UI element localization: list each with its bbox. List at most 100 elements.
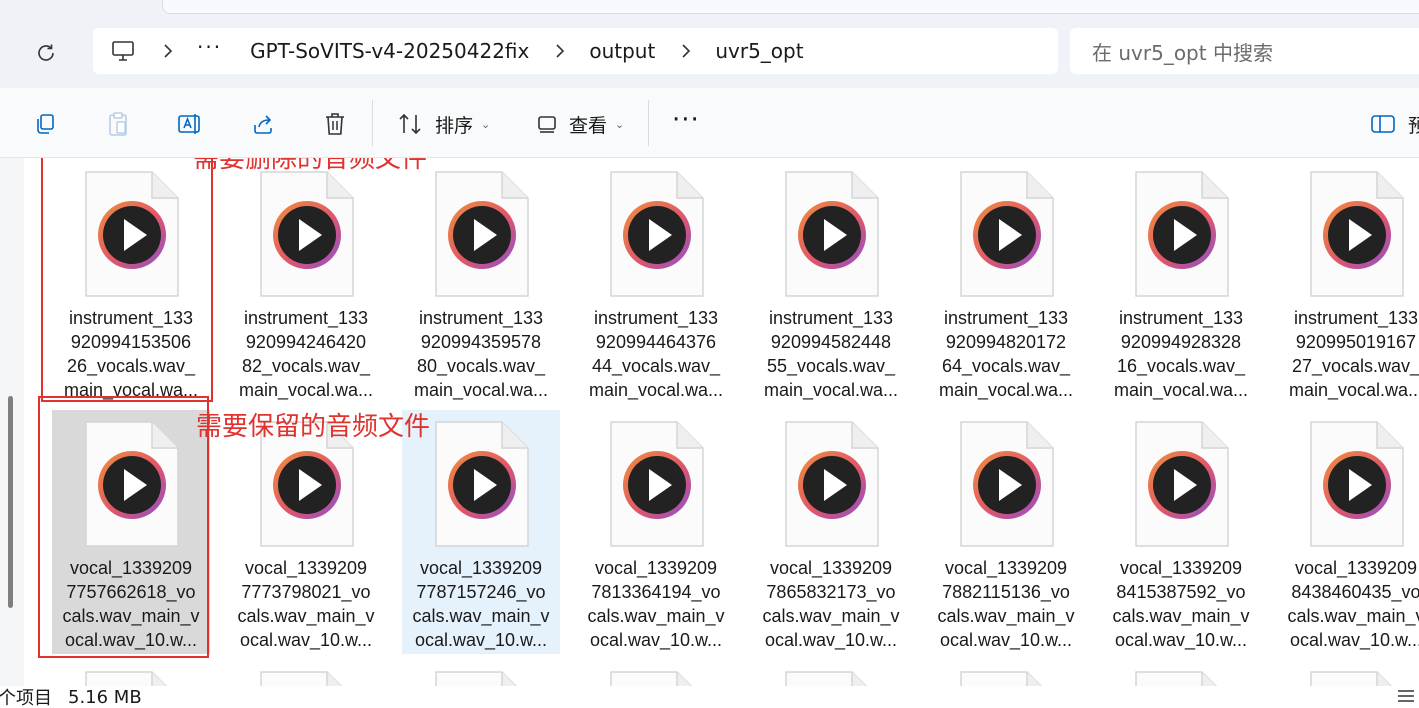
chevron-right-icon[interactable]: [163, 44, 175, 58]
rename-button[interactable]: [175, 110, 205, 138]
file-item[interactable]: instrument_133 920994928328 16_vocals.wa…: [1102, 160, 1260, 404]
file-item[interactable]: vocal_1339209 7865832173_vo cals.wav_mai…: [752, 410, 910, 654]
audio-file-icon: [1135, 421, 1229, 547]
file-item[interactable]: instrument_133 920994464376 44_vocals.wa…: [577, 160, 735, 404]
more-options-button[interactable]: ···: [672, 107, 700, 133]
audio-file-icon: [1135, 671, 1218, 686]
file-item[interactable]: instrument_133 920994820172 64_vocals.wa…: [927, 160, 1085, 404]
chevron-down-icon: ⌄: [615, 117, 625, 131]
file-name: instrument_133 920995019167 27_vocals.wa…: [1288, 308, 1419, 400]
audio-file-icon: [1310, 171, 1404, 297]
address-row: ··· GPT-SoVITS-v4-20250422fix output uvr…: [0, 16, 1419, 88]
breadcrumb-item[interactable]: GPT-SoVITS-v4-20250422fix: [250, 39, 529, 63]
audio-file-icon: [610, 421, 704, 547]
audio-file-icon: [960, 671, 1043, 686]
file-item-partial[interactable]: [227, 660, 385, 686]
sort-icon[interactable]: [396, 110, 426, 138]
view-button[interactable]: 查看 ⌄: [569, 110, 624, 138]
breadcrumb-item[interactable]: output: [589, 39, 655, 63]
window-tab[interactable]: [162, 0, 1419, 14]
audio-file-icon: [960, 421, 1054, 547]
audio-file-icon: [85, 671, 168, 686]
file-item[interactable]: instrument_133 920995019167 27_vocals.wa…: [1277, 160, 1419, 404]
file-item[interactable]: vocal_1339209 8438460435_vo cals.wav_mai…: [1277, 410, 1419, 654]
this-pc-icon[interactable]: [111, 40, 137, 62]
audio-file-icon: [610, 171, 704, 297]
keep-annotation-label: 需要保留的音频文件: [196, 412, 431, 442]
audio-file-icon: [435, 421, 529, 547]
details-view-icon[interactable]: [1397, 688, 1415, 708]
sort-button[interactable]: 排序 ⌄: [435, 110, 490, 138]
preview-pane-label: 预: [1408, 114, 1419, 137]
file-name: instrument_133 920994820172 64_vocals.wa…: [938, 308, 1074, 400]
chevron-down-icon: ⌄: [481, 117, 491, 131]
audio-file-icon: [260, 171, 354, 297]
share-icon: [254, 115, 272, 134]
breadcrumb-item-current[interactable]: uvr5_opt: [715, 39, 803, 63]
file-item[interactable]: vocal_1339209 7787157246_vo cals.wav_mai…: [402, 410, 560, 654]
file-item[interactable]: instrument_133 920994246420 82_vocals.wa…: [227, 160, 385, 404]
audio-file-icon: [260, 671, 343, 686]
file-item[interactable]: instrument_133 920994582448 55_vocals.wa…: [752, 160, 910, 404]
audio-file-icon: [610, 671, 693, 686]
trash-icon: [326, 113, 344, 135]
audio-file-icon: [1135, 171, 1229, 297]
paste-button[interactable]: [103, 110, 133, 138]
file-name: vocal_1339209 7882115136_vo cals.wav_mai…: [937, 558, 1075, 650]
file-item-partial[interactable]: [52, 660, 210, 686]
file-name: instrument_133 920994464376 44_vocals.wa…: [588, 308, 724, 400]
file-name: vocal_1339209 7813364194_vo cals.wav_mai…: [587, 558, 725, 650]
item-count: 个项目: [0, 688, 52, 708]
chevron-right-icon[interactable]: [681, 44, 693, 58]
chevron-right-icon[interactable]: [555, 44, 567, 58]
delete-button[interactable]: [320, 110, 350, 138]
copy-icon: [37, 114, 54, 134]
audio-file-icon: [785, 421, 879, 547]
command-bar: 排序 ⌄ 查看 ⌄ ··· 预: [0, 88, 1419, 158]
file-name: vocal_1339209 7787157246_vo cals.wav_mai…: [412, 558, 550, 650]
search-input[interactable]: 在 uvr5_opt 中搜索: [1070, 28, 1419, 74]
file-name: instrument_133 920994359578 80_vocals.wa…: [413, 308, 549, 400]
refresh-button[interactable]: [28, 38, 64, 68]
audio-file-icon: [435, 171, 529, 297]
vertical-scrollbar[interactable]: [8, 396, 13, 608]
file-item[interactable]: vocal_1339209 8415387592_vo cals.wav_mai…: [1102, 410, 1260, 654]
copy-button[interactable]: [30, 110, 60, 138]
address-bar[interactable]: ··· GPT-SoVITS-v4-20250422fix output uvr…: [93, 28, 1058, 74]
audio-file-icon: [1310, 421, 1404, 547]
audio-file-icon: [785, 171, 879, 297]
file-item[interactable]: vocal_1339209 7813364194_vo cals.wav_mai…: [577, 410, 735, 654]
file-item[interactable]: vocal_1339209 7773798021_vo cals.wav_mai…: [227, 410, 385, 654]
file-item-partial[interactable]: [1102, 660, 1260, 686]
file-name: instrument_133 920994246420 82_vocals.wa…: [238, 308, 374, 400]
file-name: vocal_1339209 7773798021_vo cals.wav_mai…: [237, 558, 375, 650]
delete-annotation-box: [41, 158, 213, 402]
share-button[interactable]: [248, 110, 278, 138]
audio-file-icon: [435, 671, 518, 686]
delete-annotation-label: 需要删除的音频文件: [193, 158, 428, 174]
file-name: instrument_133 920994928328 16_vocals.wa…: [1113, 308, 1249, 400]
file-name: vocal_1339209 7865832173_vo cals.wav_mai…: [762, 558, 900, 650]
preview-pane-button[interactable]: 预: [1370, 110, 1419, 138]
file-item-partial[interactable]: [752, 660, 910, 686]
file-item[interactable]: vocal_1339209 7882115136_vo cals.wav_mai…: [927, 410, 1085, 654]
file-item[interactable]: instrument_133 920994359578 80_vocals.wa…: [402, 160, 560, 404]
file-item-partial[interactable]: [1277, 660, 1419, 686]
file-name: vocal_1339209 8415387592_vo cals.wav_mai…: [1112, 558, 1250, 650]
toolbar-divider: [372, 100, 373, 146]
breadcrumb-overflow[interactable]: ···: [197, 35, 222, 59]
file-item-partial[interactable]: [402, 660, 560, 686]
rename-icon: [178, 114, 200, 134]
keep-annotation-box: [38, 396, 209, 658]
status-bar: 个项目 5.16 MB: [0, 686, 1419, 708]
audio-file-icon: [1310, 671, 1393, 686]
file-item-partial[interactable]: [577, 660, 735, 686]
file-item-partial[interactable]: [927, 660, 1085, 686]
toolbar-divider: [648, 100, 649, 146]
clipboard-icon: [109, 112, 127, 136]
file-name: instrument_133 920994582448 55_vocals.wa…: [763, 308, 899, 400]
file-grid[interactable]: instrument_133 920994153506 26_vocals.wa…: [0, 158, 1419, 686]
selection-size: 5.16 MB: [68, 686, 142, 708]
view-icon[interactable]: [532, 110, 562, 138]
refresh-icon: [38, 44, 54, 61]
